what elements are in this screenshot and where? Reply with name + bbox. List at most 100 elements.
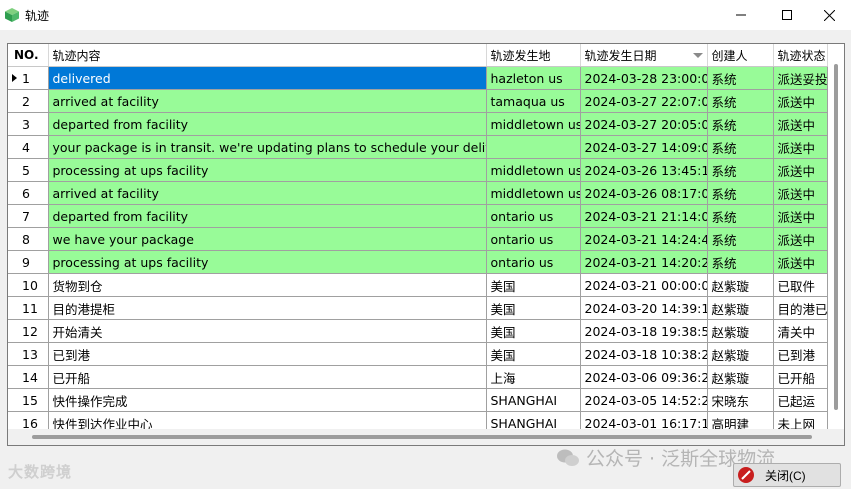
cell-place[interactable]: SHANGHAI bbox=[486, 388, 581, 412]
cell-creator[interactable]: 系统 bbox=[707, 227, 774, 251]
cell-place[interactable]: middletown us bbox=[486, 112, 581, 136]
cell-status[interactable]: 派送中 bbox=[773, 204, 828, 228]
cell-place[interactable]: 上海 bbox=[486, 365, 581, 389]
cell-no[interactable]: 15 bbox=[8, 388, 49, 412]
cell-no[interactable]: 7 bbox=[8, 204, 49, 228]
cell-creator[interactable]: 系统 bbox=[707, 181, 774, 205]
table-row[interactable]: 2 arrived at facility tamaqua us 2024-03-27… bbox=[8, 89, 828, 113]
close-button[interactable]: 关闭(C) bbox=[733, 463, 841, 487]
cell-creator[interactable]: 系统 bbox=[707, 135, 774, 159]
column-header-date[interactable]: 轨迹发生日期 bbox=[580, 44, 708, 67]
minimize-button[interactable] bbox=[719, 0, 763, 30]
cell-creator[interactable]: 系统 bbox=[707, 204, 774, 228]
cell-place[interactable]: ontario us bbox=[486, 250, 581, 274]
cell-content[interactable]: 货物到仓 bbox=[48, 273, 487, 297]
cell-no[interactable]: 3 bbox=[8, 112, 49, 136]
cell-status[interactable]: 已开船 bbox=[773, 365, 828, 389]
cell-no[interactable]: 13 bbox=[8, 342, 49, 366]
cell-no[interactable]: 5 bbox=[8, 158, 49, 182]
cell-no[interactable]: 8 bbox=[8, 227, 49, 251]
column-header-place[interactable]: 轨迹发生地 bbox=[486, 44, 581, 67]
cell-no[interactable]: 6 bbox=[8, 181, 49, 205]
cell-date[interactable]: 2024-03-27 22:07:00 bbox=[580, 89, 708, 113]
cell-status[interactable]: 已取件 bbox=[773, 273, 828, 297]
vertical-scrollbar[interactable] bbox=[828, 44, 844, 428]
cell-date[interactable]: 2024-03-26 13:45:12 bbox=[580, 158, 708, 182]
cell-date[interactable]: 2024-03-21 00:00:00 bbox=[580, 273, 708, 297]
cell-date[interactable]: 2024-03-21 14:24:46 bbox=[580, 227, 708, 251]
table-row[interactable]: 4 your package is in transit. we're updat… bbox=[8, 135, 828, 159]
cell-creator[interactable]: 系统 bbox=[707, 66, 774, 90]
cell-date[interactable]: 2024-03-27 20:05:00 bbox=[580, 112, 708, 136]
cell-status[interactable]: 派送中 bbox=[773, 250, 828, 274]
cell-no[interactable]: 10 bbox=[8, 273, 49, 297]
cell-creator[interactable]: 赵紫璇 bbox=[707, 365, 774, 389]
cell-place[interactable]: 美国 bbox=[486, 273, 581, 297]
cell-content[interactable]: 快件操作完成 bbox=[48, 388, 487, 412]
cell-status[interactable]: 派送中 bbox=[773, 112, 828, 136]
cell-content[interactable]: departed from facility bbox=[48, 112, 487, 136]
cell-no[interactable]: 9 bbox=[8, 250, 49, 274]
cell-date[interactable]: 2024-03-18 19:38:55 bbox=[580, 319, 708, 343]
cell-date[interactable]: 2024-03-27 14:09:00 bbox=[580, 135, 708, 159]
cell-place[interactable]: 美国 bbox=[486, 319, 581, 343]
cell-content[interactable]: arrived at facility bbox=[48, 181, 487, 205]
cell-content[interactable]: we have your package bbox=[48, 227, 487, 251]
cell-status[interactable]: 派送中 bbox=[773, 89, 828, 113]
cell-place[interactable]: 美国 bbox=[486, 342, 581, 366]
vertical-scroll-thumb[interactable] bbox=[834, 64, 838, 410]
cell-status[interactable]: 派送中 bbox=[773, 181, 828, 205]
cell-date[interactable]: 2024-03-18 10:38:28 bbox=[580, 342, 708, 366]
table-row[interactable]: 6 arrived at facility middletown us 2024-03… bbox=[8, 181, 828, 205]
cell-creator[interactable]: 赵紫璇 bbox=[707, 296, 774, 320]
cell-status[interactable]: 派送妥投 bbox=[773, 66, 828, 90]
cell-date[interactable]: 2024-03-21 21:14:00 bbox=[580, 204, 708, 228]
cell-place[interactable]: middletown us bbox=[486, 181, 581, 205]
cell-status[interactable]: 派送中 bbox=[773, 135, 828, 159]
cell-date[interactable]: 2024-03-28 23:00:00 bbox=[580, 66, 708, 90]
cell-creator[interactable]: 赵紫璇 bbox=[707, 273, 774, 297]
cell-content[interactable]: arrived at facility bbox=[48, 89, 487, 113]
cell-content[interactable]: 目的港提柜 bbox=[48, 296, 487, 320]
cell-creator[interactable]: 系统 bbox=[707, 250, 774, 274]
cell-no[interactable]: 4 bbox=[8, 135, 49, 159]
close-window-button[interactable] bbox=[807, 0, 851, 30]
cell-date[interactable]: 2024-03-26 08:17:00 bbox=[580, 181, 708, 205]
table-row[interactable]: 13 已到港 美国 2024-03-18 10:38:28 赵紫璇 已到港 bbox=[8, 342, 828, 366]
cell-status[interactable]: 清关中 bbox=[773, 319, 828, 343]
horizontal-scroll-thumb[interactable] bbox=[32, 435, 812, 439]
cell-content[interactable]: delivered bbox=[48, 66, 487, 90]
cell-no[interactable]: 1 bbox=[8, 66, 49, 90]
cell-content[interactable]: 已到港 bbox=[48, 342, 487, 366]
cell-content[interactable]: your package is in transit. we're updati… bbox=[48, 135, 487, 159]
cell-status[interactable]: 目的港已提 bbox=[773, 296, 828, 320]
cell-place[interactable]: ontario us bbox=[486, 204, 581, 228]
cell-date[interactable]: 2024-03-20 14:39:17 bbox=[580, 296, 708, 320]
table-row[interactable]: 5 processing at ups facility middletown us… bbox=[8, 158, 828, 182]
cell-place[interactable]: 美国 bbox=[486, 296, 581, 320]
cell-content[interactable]: 已开船 bbox=[48, 365, 487, 389]
cell-content[interactable]: departed from facility bbox=[48, 204, 487, 228]
column-header-no[interactable]: NO. bbox=[8, 44, 49, 67]
cell-creator[interactable]: 系统 bbox=[707, 89, 774, 113]
cell-no[interactable]: 11 bbox=[8, 296, 49, 320]
track-grid[interactable]: NO. 轨迹内容 轨迹发生地 轨迹发生日期 创建人 轨迹状态 1 delivere… bbox=[7, 43, 845, 446]
cell-content[interactable]: 开始清关 bbox=[48, 319, 487, 343]
cell-no[interactable]: 14 bbox=[8, 365, 49, 389]
table-row[interactable]: 9 processing at ups facility ontario us 202… bbox=[8, 250, 828, 274]
column-header-content[interactable]: 轨迹内容 bbox=[48, 44, 487, 67]
table-row[interactable]: 3 departed from facility middletown us 2024… bbox=[8, 112, 828, 136]
maximize-button[interactable] bbox=[765, 0, 809, 30]
cell-creator[interactable]: 赵紫璇 bbox=[707, 319, 774, 343]
cell-creator[interactable]: 系统 bbox=[707, 158, 774, 182]
cell-place[interactable] bbox=[486, 135, 581, 159]
table-row[interactable]: 8 we have your package ontario us 2024-03-2… bbox=[8, 227, 828, 251]
cell-date[interactable]: 2024-03-06 09:36:28 bbox=[580, 365, 708, 389]
cell-no[interactable]: 2 bbox=[8, 89, 49, 113]
cell-status[interactable]: 已起运 bbox=[773, 388, 828, 412]
table-row[interactable]: 7 departed from facility ontario us 2024-03… bbox=[8, 204, 828, 228]
cell-status[interactable]: 派送中 bbox=[773, 227, 828, 251]
cell-no[interactable]: 12 bbox=[8, 319, 49, 343]
cell-content[interactable]: processing at ups facility bbox=[48, 158, 487, 182]
cell-date[interactable]: 2024-03-05 14:52:28 bbox=[580, 388, 708, 412]
